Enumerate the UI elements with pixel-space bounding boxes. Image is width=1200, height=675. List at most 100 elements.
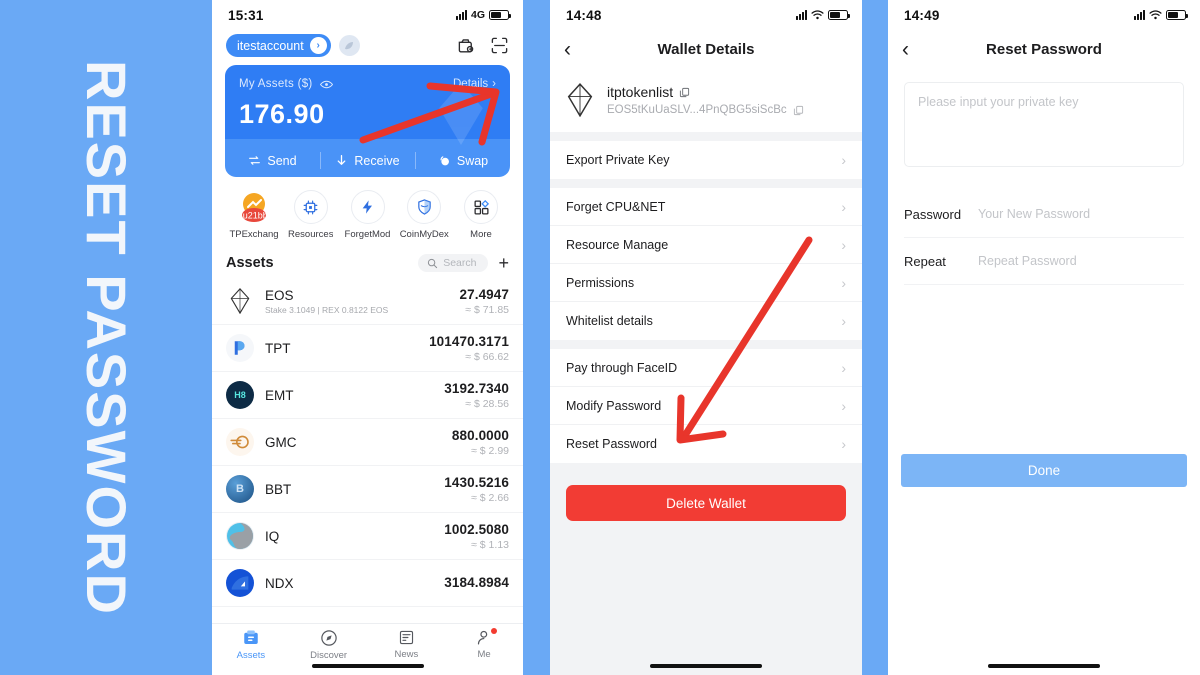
eye-icon[interactable] (319, 80, 333, 89)
qr-scan-icon[interactable] (490, 36, 509, 55)
search-input[interactable]: Search (418, 254, 489, 272)
account-switcher-button[interactable]: itestaccount › (226, 34, 331, 57)
home-indicator (988, 663, 1100, 668)
wallet-details-body: itptokenlist EOS5tKuUaSLV...4PnQBG5siScB… (550, 68, 862, 675)
asset-usd: ≈ $ 2.99 (471, 444, 509, 457)
wallet-avatar[interactable] (338, 35, 360, 56)
menu-item-label: Whitelist details (566, 314, 653, 328)
assets-icon (244, 630, 258, 644)
delete-wallet-button[interactable]: Delete Wallet (566, 485, 846, 521)
quick-action-more[interactable]: More (455, 190, 507, 240)
shield-icon (407, 190, 442, 224)
table-row[interactable]: IQ 1002.5080 ≈ $ 1.13 (212, 513, 523, 560)
wallet-text: itptokenlist EOS5tKuUaSLV...4PnQBG5siScB… (607, 84, 804, 116)
table-row[interactable]: H8 EMT 3192.7340 ≈ $ 28.56 (212, 372, 523, 419)
tab-label: Me (477, 649, 491, 660)
back-button[interactable]: ‹ (564, 39, 586, 60)
copy-icon[interactable] (679, 87, 690, 98)
menu-item-pay-through-faceid[interactable]: Pay through FaceID › (550, 349, 862, 387)
status-bar: 15:31 4G (212, 0, 523, 30)
receive-button[interactable]: Receive (320, 144, 415, 177)
asset-values: 1430.5216 ≈ $ 2.66 (444, 475, 509, 504)
swap-icon (440, 155, 449, 165)
wallet-camera-icon[interactable] (457, 36, 476, 55)
nav-bar: ‹ Reset Password (888, 30, 1200, 68)
asset-usd: ≈ $ 66.62 (465, 350, 509, 363)
tab-label: Assets (236, 650, 266, 661)
quick-action-forgetmode[interactable]: ForgetMod (342, 190, 394, 240)
wallet-address: EOS5tKuUaSLV...4PnQBG5siScBc (607, 104, 787, 116)
chevron-right-icon: › (841, 236, 846, 253)
wifi-icon (1149, 10, 1162, 20)
chevron-right-icon: › (841, 313, 846, 329)
quick-action-coinmydex[interactable]: CoinMyDex (398, 190, 450, 240)
asset-amount: 101470.3171 (429, 333, 509, 349)
private-key-input[interactable]: Please input your private key (904, 82, 1184, 167)
status-indicators (796, 10, 850, 20)
quick-action-label: Resources (288, 229, 334, 240)
tpexchange-icon: \u21bb (237, 190, 271, 224)
iq-icon (226, 522, 254, 550)
page-title: Wallet Details (657, 40, 755, 58)
card-label-group: My Assets ($) (239, 78, 333, 90)
menu-item-export-private-key[interactable]: Export Private Key › (550, 141, 862, 179)
password-input[interactable]: Your New Password (978, 207, 1184, 221)
signal-icon (796, 10, 807, 20)
bolt-icon (350, 190, 385, 224)
asset-values: 1002.5080 ≈ $ 1.13 (444, 522, 509, 551)
back-button[interactable]: ‹ (902, 39, 924, 60)
wallet-summary[interactable]: itptokenlist EOS5tKuUaSLV...4PnQBG5siScB… (550, 68, 862, 132)
menu-item-whitelist-details[interactable]: Whitelist details › (550, 302, 862, 340)
asset-amount: 3192.7340 (444, 380, 509, 396)
menu-group-resources: Forget CPU&NET › Resource Manage › Permi… (550, 188, 862, 340)
phone-screen-reset-password: 14:49 ‹ Reset Password Please input your… (888, 0, 1200, 675)
send-icon (249, 156, 261, 165)
menu-group-security: Pay through FaceID › Modify Password › R… (550, 349, 862, 463)
add-asset-button[interactable]: + (498, 254, 509, 272)
wallet-address-row: EOS5tKuUaSLV...4PnQBG5siScBc (607, 104, 804, 116)
menu-item-reset-password[interactable]: Reset Password › (550, 425, 862, 463)
assets-list: EOS Stake 3.1049 | REX 0.8122 EOS 27.494… (212, 278, 523, 607)
asset-symbol: EOS (265, 287, 294, 303)
tab-news[interactable]: News (368, 629, 446, 660)
menu-item-label: Modify Password (566, 398, 662, 413)
quick-action-tpexchange[interactable]: \u21bb TPExchang (228, 190, 280, 240)
page-title: Reset Password (986, 40, 1102, 58)
table-row[interactable]: GMC 880.0000 ≈ $ 2.99 (212, 419, 523, 466)
swap-button[interactable]: Swap (415, 144, 510, 177)
asset-info: TPT (254, 341, 429, 356)
status-indicators (1134, 10, 1188, 20)
tab-assets[interactable]: Assets (212, 629, 290, 661)
quick-action-label: ForgetMod (344, 229, 391, 240)
status-time: 15:31 (228, 7, 264, 23)
table-row[interactable]: NDX 3184.8984 (212, 560, 523, 607)
table-row[interactable]: EOS Stake 3.1049 | REX 0.8122 EOS 27.494… (212, 278, 523, 325)
group-divider (550, 340, 862, 349)
assets-title: Assets (226, 255, 274, 271)
table-row[interactable]: B BBT 1430.5216 ≈ $ 2.66 (212, 466, 523, 513)
quick-actions-row: \u21bb TPExchang Resources ForgetMod Coi… (212, 177, 523, 246)
menu-item-label: Forget CPU&NET (566, 199, 666, 214)
assets-tools: Search + (418, 254, 509, 272)
table-row[interactable]: TPT 101470.3171 ≈ $ 66.62 (212, 325, 523, 372)
done-button[interactable]: Done (901, 454, 1187, 487)
tab-label: Discover (310, 650, 348, 661)
repeat-password-input[interactable]: Repeat Password (978, 254, 1184, 268)
chevron-right-icon: › (841, 274, 846, 291)
menu-item-resource-manage[interactable]: Resource Manage › (550, 226, 862, 264)
quick-action-resources[interactable]: Resources (285, 190, 337, 240)
bbt-icon: B (226, 475, 254, 503)
asset-amount: 880.0000 (451, 427, 509, 443)
eos-icon (226, 287, 254, 315)
menu-item-forget-cpu-net[interactable]: Forget CPU&NET › (550, 188, 862, 226)
send-button[interactable]: Send (225, 144, 320, 177)
tab-me[interactable]: Me (445, 628, 523, 660)
copy-icon[interactable] (793, 105, 804, 116)
tab-discover[interactable]: Discover (290, 629, 368, 661)
menu-item-modify-password[interactable]: Modify Password › (550, 387, 862, 425)
battery-icon (489, 10, 511, 20)
menu-item-permissions[interactable]: Permissions › (550, 264, 862, 302)
asset-subtext: Stake 3.1049 | REX 0.8122 EOS (265, 304, 389, 315)
tpt-icon (226, 334, 254, 362)
banner: RESET PASSWORD (0, 0, 212, 675)
